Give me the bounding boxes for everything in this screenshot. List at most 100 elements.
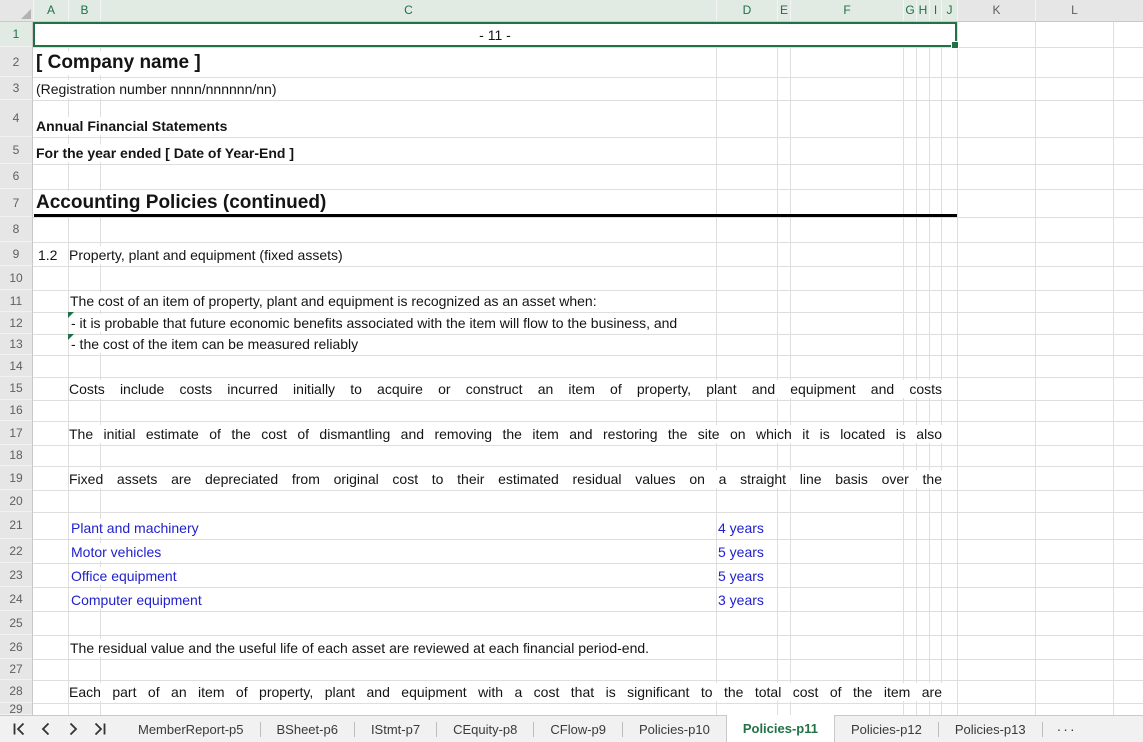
sheet-navigation bbox=[0, 716, 122, 742]
row-header-21[interactable]: 21 bbox=[0, 512, 32, 539]
first-sheet-button[interactable] bbox=[11, 721, 27, 737]
row-header-23[interactable]: 23 bbox=[0, 563, 32, 587]
sheet-tab-bar: MemberReport-p5BSheet-p6IStmt-p7CEquity-… bbox=[0, 715, 1143, 742]
cell-asset-life[interactable]: 5 years bbox=[718, 543, 768, 561]
row-header-8[interactable]: 8 bbox=[0, 217, 32, 242]
row-header-24[interactable]: 24 bbox=[0, 587, 32, 611]
gridline bbox=[33, 490, 1143, 491]
cell-section-heading[interactable]: Accounting Policies (continued) bbox=[36, 191, 330, 215]
error-indicator-icon bbox=[68, 312, 74, 318]
row-header-1[interactable]: 1 bbox=[0, 22, 32, 47]
cell-asset-life[interactable]: 4 years bbox=[718, 519, 768, 537]
cell-costs-paragraph[interactable]: Costs include costs incurred initially t… bbox=[69, 380, 942, 398]
column-header-K[interactable]: K bbox=[957, 0, 1035, 21]
column-header-H[interactable]: H bbox=[916, 0, 929, 21]
sheet-tab-Policies-p12[interactable]: Policies-p12 bbox=[835, 716, 938, 742]
row-header-18[interactable]: 18 bbox=[0, 445, 32, 466]
row-header-5[interactable]: 5 bbox=[0, 137, 32, 164]
sheet-tab-BSheet-p6[interactable]: BSheet-p6 bbox=[261, 716, 354, 742]
cell-asset-name[interactable]: Plant and machinery bbox=[71, 519, 203, 537]
cell-dismantling-paragraph[interactable]: The initial estimate of the cost of dism… bbox=[69, 425, 942, 443]
row-header-2[interactable]: 2 bbox=[0, 47, 32, 77]
row-header-17[interactable]: 17 bbox=[0, 421, 32, 445]
column-header-B[interactable]: B bbox=[68, 0, 100, 21]
sheet-tab-CEquity-p8[interactable]: CEquity-p8 bbox=[437, 716, 533, 742]
sheet-tab-Policies-p10[interactable]: Policies-p10 bbox=[623, 716, 726, 742]
cell-page-number[interactable]: - 11 - bbox=[479, 27, 511, 43]
last-sheet-button[interactable] bbox=[92, 721, 108, 737]
select-all-button[interactable] bbox=[0, 0, 33, 21]
last-sheet-icon bbox=[92, 721, 108, 737]
row-header-6[interactable]: 6 bbox=[0, 164, 32, 189]
next-sheet-button[interactable] bbox=[65, 721, 81, 737]
cell-asset-life[interactable]: 3 years bbox=[718, 591, 768, 609]
cell-asset-name[interactable]: Office equipment bbox=[71, 567, 181, 585]
cell-components-paragraph[interactable]: Each part of an item of property, plant … bbox=[69, 683, 942, 701]
sheet-tab-Policies-p11[interactable]: Policies-p11 bbox=[726, 715, 835, 742]
row-header-20[interactable]: 20 bbox=[0, 490, 32, 512]
previous-sheet-button[interactable] bbox=[38, 721, 54, 737]
cell-residual-review-paragraph[interactable]: The residual value and the useful life o… bbox=[70, 639, 653, 657]
gridline bbox=[33, 400, 1143, 401]
gridline bbox=[33, 635, 1143, 636]
row-header-10[interactable]: 10 bbox=[0, 266, 32, 290]
row-header-19[interactable]: 19 bbox=[0, 466, 32, 490]
gridline bbox=[33, 512, 1143, 513]
cell-registration-number[interactable]: (Registration number nnnn/nnnnnn/nn) bbox=[36, 80, 281, 98]
cell-asset-name[interactable]: Motor vehicles bbox=[71, 543, 165, 561]
column-header-C[interactable]: C bbox=[100, 0, 716, 21]
sheet-tab-CFlow-p9[interactable]: CFlow-p9 bbox=[534, 716, 622, 742]
row-header-28[interactable]: 28 bbox=[0, 680, 32, 703]
sheet-tab-Policies-p13[interactable]: Policies-p13 bbox=[939, 716, 1042, 742]
cell-company-name[interactable]: [ Company name ] bbox=[36, 51, 205, 75]
column-header-F[interactable]: F bbox=[790, 0, 903, 21]
cell-asset-name[interactable]: Computer equipment bbox=[71, 591, 206, 609]
selected-range[interactable]: - 11 - bbox=[33, 22, 957, 47]
cell-statements-title[interactable]: Annual Financial Statements bbox=[36, 117, 231, 135]
sheet-tab-MemberReport-p5[interactable]: MemberReport-p5 bbox=[122, 716, 260, 742]
row-header-26[interactable]: 26 bbox=[0, 635, 32, 659]
cell-recognition-point-1[interactable]: - it is probable that future economic be… bbox=[71, 314, 681, 332]
gridline bbox=[33, 290, 1143, 291]
fill-handle[interactable] bbox=[951, 41, 959, 49]
select-all-icon bbox=[21, 9, 31, 19]
row-header-13[interactable]: 13 bbox=[0, 334, 32, 355]
cell-year-end-line[interactable]: For the year ended [ Date of Year-End ] bbox=[36, 144, 298, 162]
gridline bbox=[33, 355, 1143, 356]
cell-recognition-point-2[interactable]: - the cost of the item can be measured r… bbox=[71, 335, 362, 353]
row-header-29[interactable]: 29 bbox=[0, 703, 32, 715]
row-header-12[interactable]: 12 bbox=[0, 312, 32, 334]
row-header-14[interactable]: 14 bbox=[0, 355, 32, 377]
column-header-L[interactable]: L bbox=[1035, 0, 1113, 21]
column-header-E[interactable]: E bbox=[777, 0, 790, 21]
row-header-7[interactable]: 7 bbox=[0, 189, 32, 217]
cell-clause-title[interactable]: Property, plant and equipment (fixed ass… bbox=[69, 246, 347, 264]
row-header-16[interactable]: 16 bbox=[0, 400, 32, 421]
first-sheet-icon bbox=[11, 721, 27, 737]
sheet-tab-IStmt-p7[interactable]: IStmt-p7 bbox=[355, 716, 436, 742]
more-sheets-button[interactable]: ··· bbox=[1043, 716, 1091, 742]
row-header-11[interactable]: 11 bbox=[0, 290, 32, 312]
column-header-I[interactable]: I bbox=[929, 0, 941, 21]
column-header-J[interactable]: J bbox=[941, 0, 957, 21]
row-header-9[interactable]: 9 bbox=[0, 242, 32, 266]
gridline bbox=[33, 100, 1143, 101]
row-header-22[interactable]: 22 bbox=[0, 539, 32, 563]
gridline bbox=[33, 312, 1143, 313]
cell-asset-life[interactable]: 5 years bbox=[718, 567, 768, 585]
row-header-3[interactable]: 3 bbox=[0, 77, 32, 100]
gridline bbox=[33, 242, 1143, 243]
row-header-25[interactable]: 25 bbox=[0, 611, 32, 635]
gridline bbox=[33, 539, 1143, 540]
cell-depreciation-paragraph[interactable]: Fixed assets are depreciated from origin… bbox=[69, 470, 942, 488]
row-header-27[interactable]: 27 bbox=[0, 659, 32, 680]
column-header-A[interactable]: A bbox=[33, 0, 68, 21]
cell-clause-number[interactable]: 1.2 bbox=[38, 246, 61, 264]
row-header-15[interactable]: 15 bbox=[0, 377, 32, 400]
row-header-4[interactable]: 4 bbox=[0, 100, 32, 137]
gridline bbox=[33, 703, 1143, 704]
column-header-G[interactable]: G bbox=[903, 0, 916, 21]
column-header-D[interactable]: D bbox=[716, 0, 777, 21]
cell-recognition-intro[interactable]: The cost of an item of property, plant a… bbox=[70, 292, 601, 310]
error-indicator-icon bbox=[68, 334, 74, 340]
